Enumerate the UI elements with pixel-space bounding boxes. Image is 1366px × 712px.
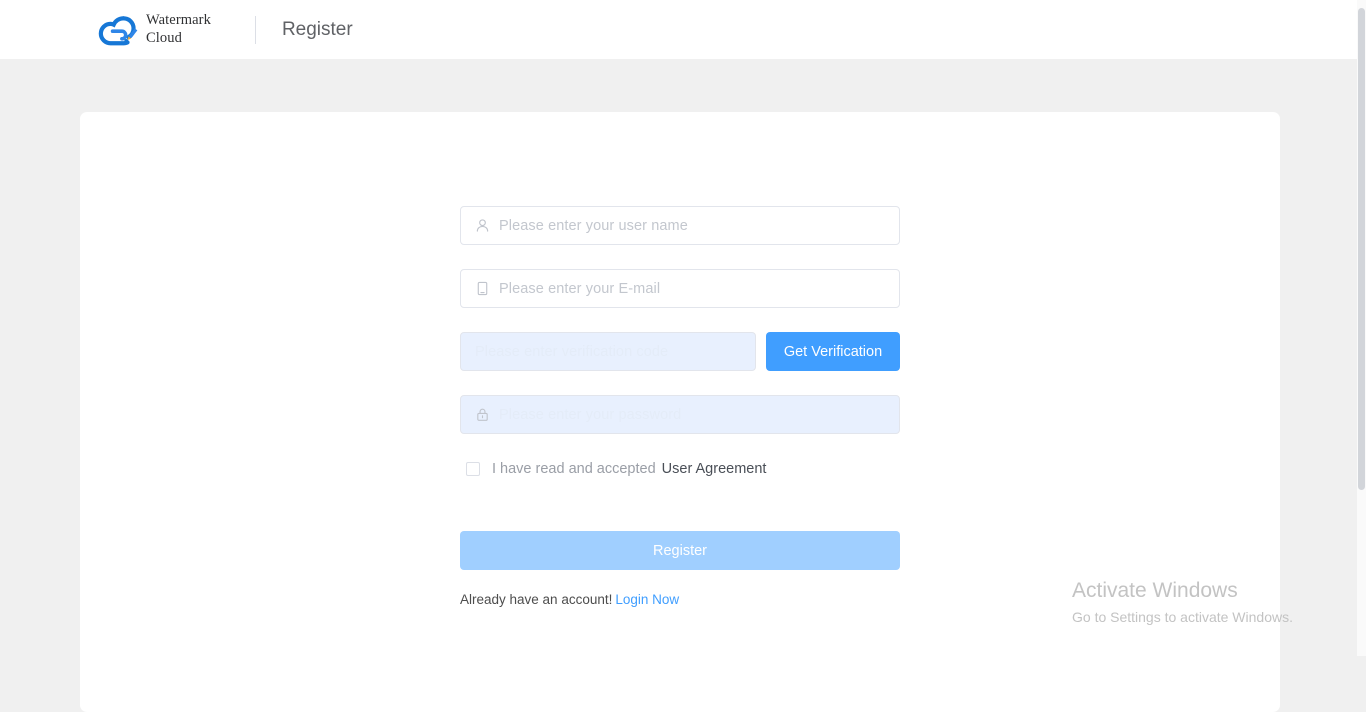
email-field-row: Please enter your E-mail xyxy=(460,269,900,308)
agreement-text: I have read and accepted xyxy=(492,461,656,477)
verification-field-row: Please enter verification code Get Verif… xyxy=(460,332,900,371)
register-button[interactable]: Register xyxy=(460,531,900,570)
verification-code-placeholder: Please enter verification code xyxy=(475,343,669,360)
login-now-link[interactable]: Login Now xyxy=(615,592,679,607)
brand-name-line1: Watermark xyxy=(146,12,211,29)
email-placeholder: Please enter your E-mail xyxy=(499,280,661,297)
password-placeholder: Please enter your password xyxy=(499,406,682,423)
agreement-checkbox[interactable] xyxy=(466,462,480,476)
lock-icon xyxy=(475,407,490,422)
agreement-row: I have read and accepted User Agreement xyxy=(466,461,900,477)
page-scrollbar[interactable] xyxy=(1357,0,1366,656)
header-divider xyxy=(254,15,256,44)
user-agreement-link[interactable]: User Agreement xyxy=(662,461,767,477)
login-prompt-row: Already have an account! Login Now xyxy=(460,592,900,607)
brand-name: Watermark Cloud xyxy=(146,12,211,46)
username-placeholder: Please enter your user name xyxy=(499,217,688,234)
user-icon xyxy=(475,218,490,233)
email-input[interactable]: Please enter your E-mail xyxy=(460,269,900,308)
password-field-row: Please enter your password xyxy=(460,395,900,434)
verification-code-input[interactable]: Please enter verification code xyxy=(460,332,756,371)
get-verification-button[interactable]: Get Verification xyxy=(766,332,900,371)
cloud-pen-logo-icon xyxy=(96,13,138,47)
brand-logo[interactable]: Watermark Cloud xyxy=(96,12,211,46)
app-header: Watermark Cloud Register xyxy=(0,0,1357,59)
page-scrollbar-thumb[interactable] xyxy=(1358,8,1365,490)
password-input[interactable]: Please enter your password xyxy=(460,395,900,434)
register-form: Please enter your user name Please enter… xyxy=(460,206,900,607)
brand-name-line2: Cloud xyxy=(146,29,182,46)
page-title: Register xyxy=(281,18,353,40)
login-prompt-text: Already have an account! xyxy=(460,592,613,607)
username-input[interactable]: Please enter your user name xyxy=(460,206,900,245)
register-card: Please enter your user name Please enter… xyxy=(80,112,1280,712)
username-field-row: Please enter your user name xyxy=(460,206,900,245)
mobile-icon xyxy=(475,281,490,296)
